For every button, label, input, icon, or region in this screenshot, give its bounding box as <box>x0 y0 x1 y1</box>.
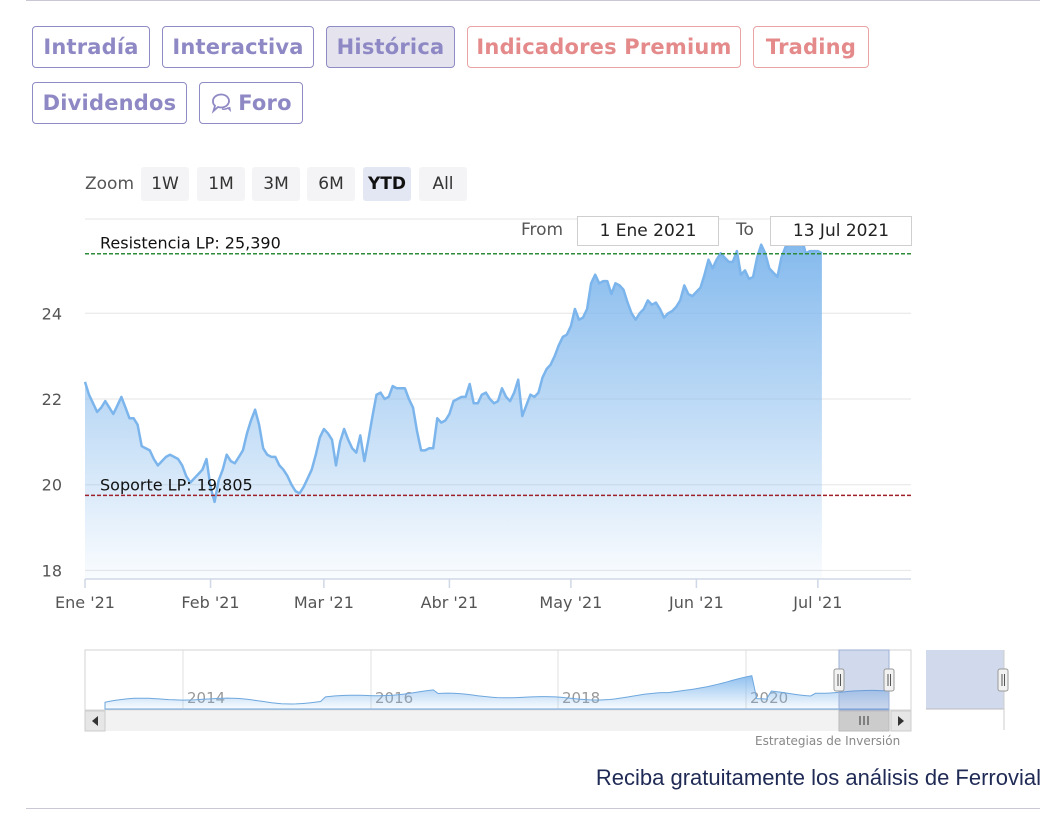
footer-cta-text[interactable]: Reciba gratuitamente los análisis de Fer… <box>596 765 1041 791</box>
y-tick-label: 18 <box>42 561 62 580</box>
range-from-label: From <box>521 220 564 240</box>
navigator-selection[interactable] <box>838 649 890 711</box>
price-chart[interactable]: 18 20 22 24 Resistencia LP: 25,390 Soporte L… <box>0 0 1059 818</box>
plot-line-label: Soporte LP: 19,805 <box>100 475 253 494</box>
range-to-label: To <box>736 220 754 240</box>
y-tick-label: 22 <box>42 390 62 409</box>
x-tick-label: Jul '21 <box>792 593 842 612</box>
x-tick-label: Mar '21 <box>294 593 354 612</box>
scrollbar[interactable] <box>84 710 912 732</box>
area-fill <box>85 238 822 580</box>
y-axis: 18 20 22 24 <box>42 304 62 580</box>
navigator-right-handle[interactable] <box>883 668 895 692</box>
scrollbar-track[interactable] <box>85 711 911 731</box>
navigator-left-handle[interactable] <box>833 668 845 692</box>
x-axis: Ene '21 Feb '21 Mar '21 Abr '21 May '21 Jun '… <box>55 579 842 612</box>
navigator-outside-handle[interactable] <box>997 668 1009 692</box>
range-from-input[interactable]: 1 Ene 2021 <box>577 216 719 246</box>
x-tick-label: Feb '21 <box>181 593 239 612</box>
bottom-divider <box>26 808 1040 809</box>
plot-line-label: Resistencia LP: 25,390 <box>100 234 281 253</box>
x-tick-label: Ene '21 <box>55 593 115 612</box>
x-tick-label: Jun '21 <box>668 593 724 612</box>
range-to-input[interactable]: 13 Jul 2021 <box>770 216 912 246</box>
chart-credits[interactable]: Estrategias de Inversión <box>755 734 900 748</box>
y-tick-label: 24 <box>42 304 62 323</box>
x-tick-label: Abr '21 <box>421 593 479 612</box>
navigator-outside-region <box>926 650 1004 709</box>
x-tick-label: May '21 <box>539 593 602 612</box>
y-tick-label: 20 <box>42 476 62 495</box>
